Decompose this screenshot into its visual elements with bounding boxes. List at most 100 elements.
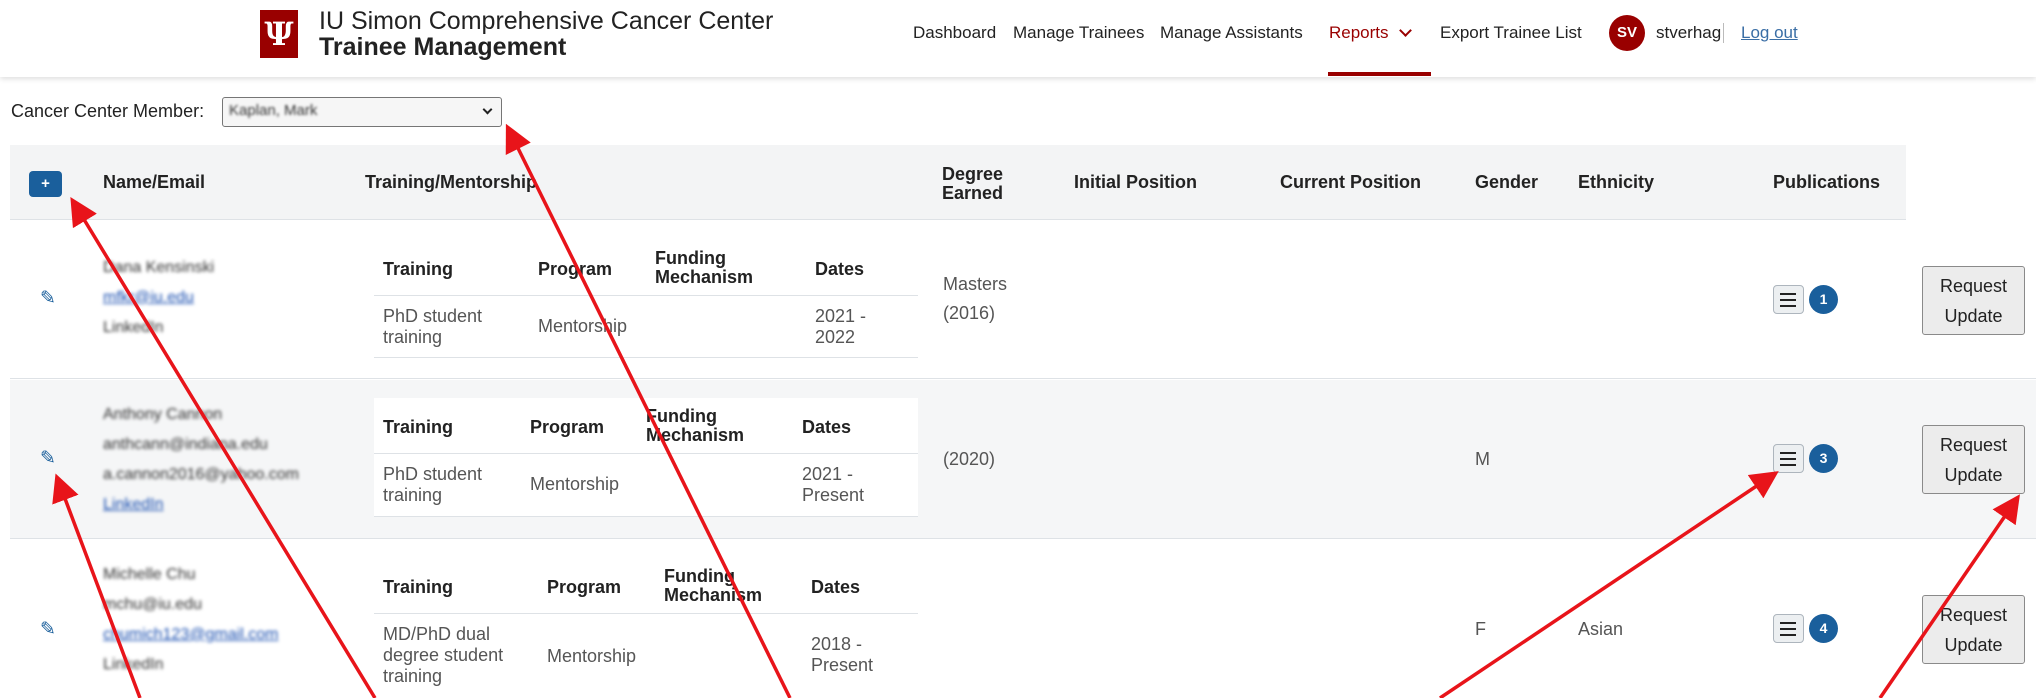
training-subtable: Training Program Funding Mechanism Dates… bbox=[374, 398, 918, 517]
training-subtable-header: Training Program Funding Mechanism Dates bbox=[374, 240, 918, 296]
trainee-email-link[interactable]: chumich123@gmail.com bbox=[103, 620, 278, 650]
col-header-degree: Degree Earned bbox=[942, 165, 1003, 203]
list-icon bbox=[1782, 622, 1796, 624]
subcol-program: Program bbox=[547, 577, 622, 597]
add-trainee-button[interactable]: + bbox=[29, 171, 62, 197]
trainee-email-link[interactable]: mchu@iu.edu bbox=[103, 590, 202, 620]
subcol-funding-line1: Funding bbox=[655, 248, 726, 268]
gender-value: M bbox=[1475, 449, 1490, 469]
publication-count-badge: 4 bbox=[1809, 614, 1838, 643]
col-header-training: Training/Mentorship bbox=[365, 172, 538, 192]
nav-divider bbox=[1723, 23, 1724, 43]
col-header-current-position: Current Position bbox=[1280, 172, 1422, 192]
training-dates-line: 2021 - bbox=[802, 464, 854, 484]
list-icon bbox=[1782, 464, 1796, 466]
user-avatar[interactable]: SV bbox=[1609, 15, 1645, 51]
subcol-funding-line1: Funding bbox=[664, 566, 735, 586]
edit-pencil-icon[interactable]: ✎ bbox=[40, 447, 56, 470]
publications-list-button[interactable] bbox=[1773, 285, 1804, 314]
subcol-funding-line2: Mechanism bbox=[655, 267, 754, 287]
trainee-name: Dana Kensinski bbox=[103, 259, 215, 276]
nav-reports-dropdown[interactable]: Reports bbox=[1329, 0, 1412, 77]
training-dates: 2021 - Present bbox=[802, 464, 864, 506]
gender-value: F bbox=[1475, 619, 1486, 639]
training-dates: 2018 - Present bbox=[811, 634, 873, 676]
col-header-ethnicity: Ethnicity bbox=[1578, 172, 1655, 192]
training-type-line: degree student bbox=[383, 645, 504, 665]
chevron-down-icon bbox=[482, 104, 493, 115]
trainee-linkedin-link[interactable]: LinkedIn bbox=[103, 313, 164, 343]
list-icon bbox=[1782, 628, 1796, 630]
nav-dashboard[interactable]: Dashboard bbox=[913, 0, 996, 77]
nav-reports-label: Reports bbox=[1329, 23, 1389, 42]
cancer-center-member-select[interactable]: Kaplan, Mark bbox=[222, 97, 502, 127]
brand-subtitle: Trainee Management bbox=[319, 33, 567, 61]
training-subtable-header: Training Program Funding Mechanism Dates bbox=[374, 558, 918, 614]
active-nav-indicator bbox=[1328, 72, 1431, 76]
training-dates-line: Present bbox=[802, 485, 865, 505]
top-navbar: Ψ IU Simon Comprehensive Cancer Center T… bbox=[0, 0, 2036, 77]
trainee-row: ✎ Dana Kensinski mfkr@iu.edu LinkedIn Tr… bbox=[10, 221, 2036, 379]
training-dates: 2021 - 2022 bbox=[815, 306, 866, 348]
list-icon bbox=[1782, 458, 1796, 460]
subcol-funding-line2: Mechanism bbox=[646, 425, 745, 445]
list-icon bbox=[1782, 634, 1796, 636]
publications-list-button[interactable] bbox=[1773, 614, 1804, 643]
brand-title: IU Simon Comprehensive Cancer Center bbox=[319, 7, 774, 35]
request-update-label: Request bbox=[1939, 435, 2008, 455]
col-header-degree-line1: Degree bbox=[942, 164, 1004, 184]
degree-line: Masters bbox=[943, 274, 1008, 294]
nav-manage-assistants[interactable]: Manage Assistants bbox=[1160, 0, 1303, 77]
trainee-email-link[interactable]: anthcann@indiana.edu bbox=[103, 430, 268, 460]
subcol-program: Program bbox=[538, 259, 613, 279]
logout-link[interactable]: Log out bbox=[1741, 0, 1798, 66]
col-header-name-email: Name/Email bbox=[103, 172, 206, 192]
request-update-label: Update bbox=[1944, 306, 2003, 326]
edit-pencil-icon[interactable]: ✎ bbox=[40, 618, 56, 641]
nav-export-trainee-list[interactable]: Export Trainee List bbox=[1440, 0, 1582, 77]
list-icon bbox=[1782, 452, 1796, 454]
publication-count-badge: 3 bbox=[1809, 444, 1838, 473]
degree-earned: (2020) bbox=[943, 445, 995, 474]
training-type: PhD student training bbox=[383, 306, 482, 348]
trainee-row: ✎ Anthony Cannon anthcann@indiana.edu a.… bbox=[10, 380, 2036, 539]
list-icon bbox=[1782, 299, 1796, 301]
trainee-row: ✎ Michelle Chu mchu@iu.edu chumich123@gm… bbox=[10, 540, 2036, 698]
training-dates-line: 2022 bbox=[815, 327, 856, 347]
request-update-button[interactable]: Request Update bbox=[1922, 266, 2025, 335]
request-update-button[interactable]: Request Update bbox=[1922, 595, 2025, 664]
col-header-gender: Gender bbox=[1475, 172, 1539, 192]
training-subtable-row: MD/PhD dual degree student training Ment… bbox=[374, 614, 918, 698]
nav-manage-trainees[interactable]: Manage Trainees bbox=[1013, 0, 1144, 77]
subcol-funding-line1: Funding bbox=[646, 406, 717, 426]
training-type-line: PhD student bbox=[383, 464, 483, 484]
subcol-training: Training bbox=[383, 417, 454, 437]
trainee-email-link[interactable]: a.cannon2016@yahoo.com bbox=[103, 460, 299, 490]
request-update-label: Request bbox=[1939, 605, 2008, 625]
subcol-funding: Funding Mechanism bbox=[646, 407, 744, 445]
request-update-button[interactable]: Request Update bbox=[1922, 425, 2025, 494]
request-update-label: Update bbox=[1944, 635, 2003, 655]
trainee-linkedin-link[interactable]: LinkedIn bbox=[103, 650, 164, 680]
subcol-program: Program bbox=[530, 417, 605, 437]
member-select-label: Cancer Center Member: bbox=[11, 101, 205, 121]
training-type: PhD student training bbox=[383, 464, 482, 506]
training-program: Mentorship bbox=[547, 646, 637, 666]
list-icon bbox=[1782, 293, 1796, 295]
subcol-dates: Dates bbox=[815, 259, 865, 279]
col-header-publications: Publications bbox=[1773, 172, 1881, 192]
col-header-initial-position: Initial Position bbox=[1074, 172, 1198, 192]
username-label: stverhag bbox=[1656, 23, 1722, 42]
publications-list-button[interactable] bbox=[1773, 444, 1804, 473]
iu-trident-logo[interactable]: Ψ bbox=[260, 10, 298, 58]
ethnicity-value: Asian bbox=[1578, 619, 1624, 639]
training-type-line: MD/PhD dual bbox=[383, 624, 491, 644]
training-subtable: Training Program Funding Mechanism Dates… bbox=[374, 240, 918, 358]
trainee-email-link[interactable]: mfkr@iu.edu bbox=[103, 283, 194, 313]
subcol-dates: Dates bbox=[802, 417, 852, 437]
subcol-training: Training bbox=[383, 577, 454, 597]
edit-pencil-icon[interactable]: ✎ bbox=[40, 287, 56, 310]
training-type-line: training bbox=[383, 485, 443, 505]
subcol-funding: Funding Mechanism bbox=[664, 567, 762, 605]
trainee-linkedin-link[interactable]: LinkedIn bbox=[103, 490, 164, 520]
